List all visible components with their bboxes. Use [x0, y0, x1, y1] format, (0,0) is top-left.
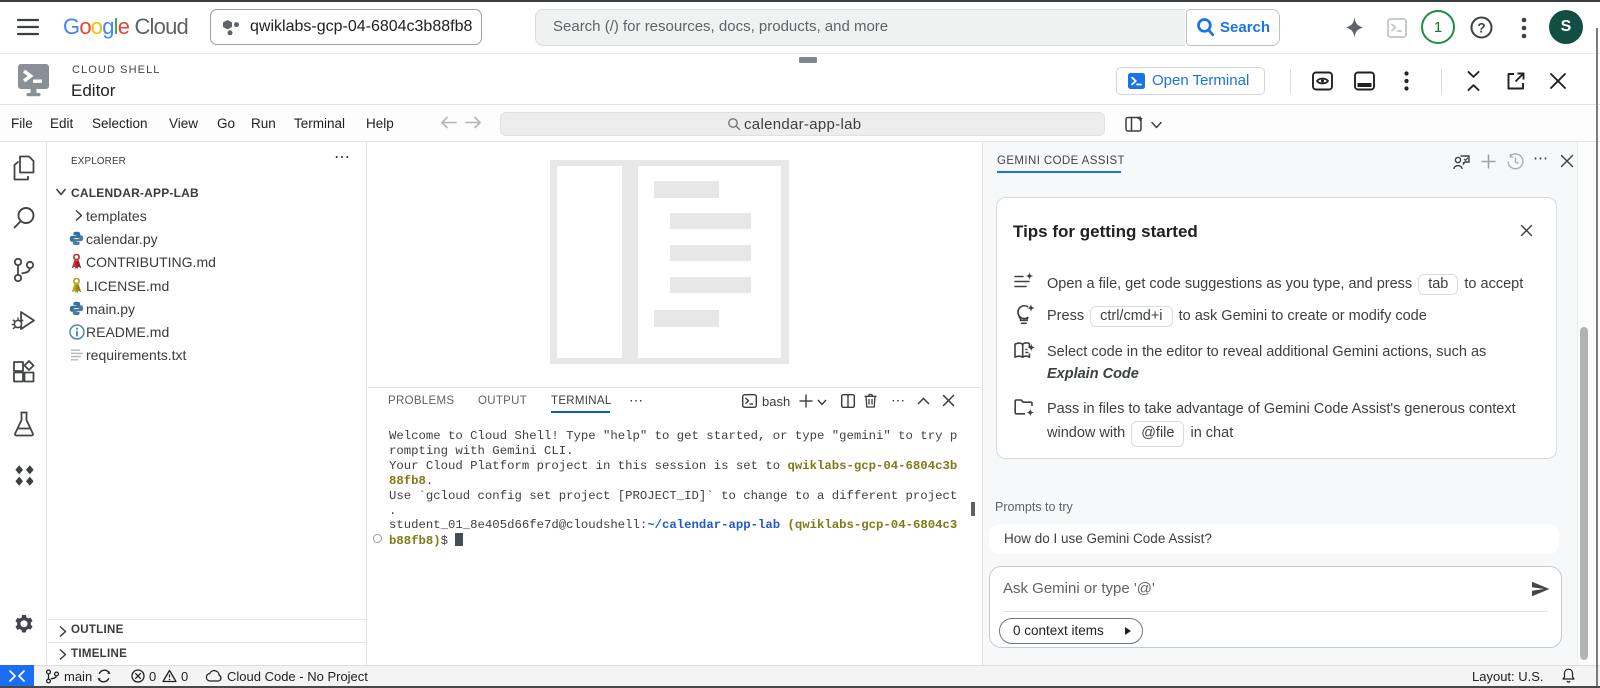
- svg-text:?: ?: [1477, 20, 1485, 35]
